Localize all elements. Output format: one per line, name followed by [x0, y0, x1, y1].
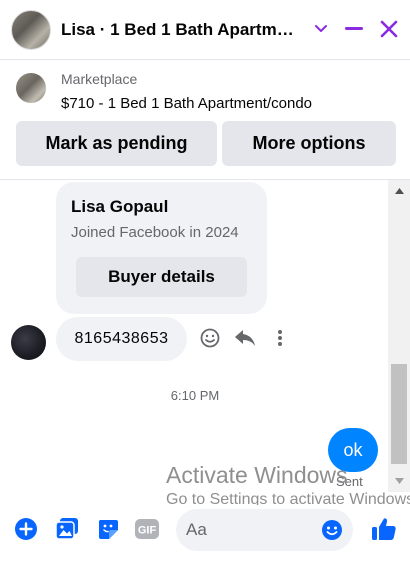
marketplace-label: Marketplace	[61, 71, 138, 87]
contact-avatar[interactable]	[11, 10, 51, 50]
listing-title[interactable]: $710 - 1 Bed 1 Bath Apartment/condo	[61, 95, 312, 112]
scroll-up-arrow-icon[interactable]	[388, 182, 410, 200]
more-icon[interactable]	[268, 326, 292, 350]
gif-icon[interactable]: GIF	[133, 515, 161, 543]
thumbs-up-icon[interactable]	[370, 515, 398, 543]
reply-icon[interactable]	[233, 326, 257, 350]
thread-scrollbar[interactable]	[388, 180, 410, 492]
marketplace-panel: Marketplace $710 - 1 Bed 1 Bath Apartmen…	[0, 60, 410, 180]
profile-card: Lisa Gopaul Joined Facebook in 2024 Buye…	[56, 182, 267, 314]
minimize-icon[interactable]	[339, 14, 369, 44]
svg-text:GIF: GIF	[138, 525, 157, 537]
sticker-icon[interactable]	[94, 515, 122, 543]
message-composer: GIF	[0, 505, 410, 555]
chat-header: Lisa · 1 Bed 1 Bath Apartm…	[0, 0, 410, 60]
message-input[interactable]	[186, 518, 316, 542]
message-timestamp: 6:10 PM	[170, 388, 220, 403]
chevron-down-icon[interactable]	[306, 14, 336, 44]
profile-name: Lisa Gopaul	[71, 197, 169, 216]
buyer-details-button[interactable]: Buyer details	[76, 257, 247, 297]
chat-title[interactable]: Lisa · 1 Bed 1 Bath Apartm…	[61, 20, 301, 40]
scrollbar-thumb[interactable]	[391, 364, 407, 464]
sender-avatar[interactable]	[11, 325, 46, 360]
photo-icon[interactable]	[53, 515, 81, 543]
message-input-container	[176, 509, 353, 551]
emoji-react-icon[interactable]	[198, 326, 222, 350]
incoming-message[interactable]: 8165438653	[56, 317, 187, 361]
watermark-title: Activate Windows	[166, 462, 348, 488]
plus-icon[interactable]	[12, 515, 40, 543]
emoji-icon[interactable]	[320, 518, 344, 542]
listing-thumbnail[interactable]	[16, 73, 46, 103]
windows-activation-watermark: Activate Windows Go to Settings to activ…	[166, 461, 410, 511]
close-icon[interactable]	[374, 14, 404, 44]
profile-joined: Joined Facebook in 2024	[71, 224, 239, 241]
more-options-button[interactable]: More options	[222, 121, 396, 166]
mark-as-pending-button[interactable]: Mark as pending	[16, 121, 217, 166]
message-thread: Lisa Gopaul Joined Facebook in 2024 Buye…	[0, 180, 388, 495]
